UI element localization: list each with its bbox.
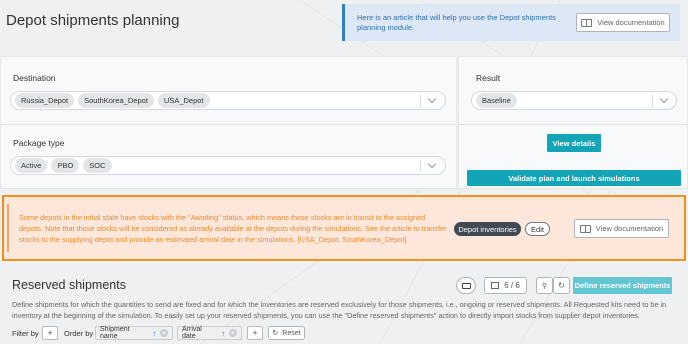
package-type-select[interactable]: Active PBO SOC: [10, 156, 446, 175]
filter-by-label: Filter by: [12, 329, 39, 338]
sort-ascending-icon[interactable]: ↑: [221, 329, 225, 338]
reset-label: Reset: [282, 329, 301, 337]
column-selector-button[interactable]: 6 / 6: [484, 277, 527, 294]
chevron-down-icon[interactable]: [427, 159, 437, 169]
result-select[interactable]: Baseline: [471, 91, 677, 110]
book-icon: [581, 18, 593, 27]
refresh-icon: ↻: [558, 281, 565, 290]
validate-plan-button[interactable]: Validate plan and launch simulations: [467, 170, 681, 186]
divider: [1, 124, 456, 125]
reset-icon: ↻: [272, 330, 279, 337]
view-documentation-button[interactable]: View documentation: [576, 13, 670, 32]
select-separator: [652, 95, 653, 107]
columns-icon: [491, 282, 500, 289]
view-documentation-button[interactable]: View documentation: [574, 219, 669, 238]
plus-icon: +: [47, 328, 53, 338]
result-label: Result: [476, 73, 501, 83]
package-type-chip[interactable]: SOC: [83, 158, 112, 173]
chevron-down-icon[interactable]: [427, 94, 437, 104]
select-separator: [420, 160, 421, 172]
destination-label: Destination: [13, 73, 56, 83]
destination-select[interactable]: Russia_Depot SouthKorea_Depot USA_Depot: [10, 91, 446, 110]
depot-inventories-button[interactable]: Depot inventories: [454, 222, 521, 236]
destination-chip[interactable]: SouthKorea_Depot: [78, 93, 154, 108]
result-card: Result Baseline View details Validate pl…: [458, 56, 688, 189]
sort-ascending-icon[interactable]: ↑: [152, 329, 156, 338]
warning-panel: Some depots in the initial state have st…: [2, 195, 686, 261]
warning-text: Some depots in the initial state have st…: [19, 213, 447, 245]
sort-chip-shipment-name[interactable]: Shipment name ↑ ✕: [95, 326, 173, 340]
keyboard-icon: [461, 282, 471, 289]
info-banner: Here is an article that will help you us…: [342, 4, 680, 41]
pin-button[interactable]: ⚲: [536, 277, 553, 294]
book-icon: [579, 224, 591, 233]
reserved-shipments-description: Define shipments for which the quantitie…: [12, 300, 667, 320]
remove-sort-icon[interactable]: ✕: [229, 329, 237, 337]
info-text: Here is an article that will help you us…: [357, 13, 556, 32]
refresh-button[interactable]: ↻: [553, 277, 570, 294]
view-documentation-label: View documentation: [595, 224, 664, 233]
plus-icon: +: [252, 328, 258, 338]
remove-sort-icon[interactable]: ✕: [160, 329, 168, 337]
add-sort-button[interactable]: +: [247, 326, 263, 340]
add-filter-button[interactable]: +: [42, 326, 58, 340]
define-reserved-shipments-button[interactable]: Define reserved shipments: [573, 277, 672, 294]
warning-accent-bar: [7, 204, 9, 252]
package-type-chip[interactable]: Active: [15, 158, 48, 173]
pin-icon: ⚲: [541, 282, 548, 290]
edit-button[interactable]: Edit: [525, 222, 550, 236]
sort-field-label: Shipment name: [100, 326, 130, 340]
package-type-label: Package type: [13, 138, 65, 148]
select-separator: [420, 95, 421, 107]
view-documentation-label: View documentation: [597, 18, 665, 27]
keyboard-button[interactable]: [456, 277, 476, 294]
package-type-chip[interactable]: PBO: [51, 158, 80, 173]
reset-button[interactable]: ↻ Reset: [268, 326, 305, 340]
destination-chip[interactable]: Russia_Depot: [15, 93, 75, 108]
sort-chip-arrival-date[interactable]: Arrival date ↑ ✕: [177, 326, 242, 340]
destination-chip[interactable]: USA_Depot: [157, 93, 210, 108]
reserved-shipments-title: Reserved shipments: [12, 278, 126, 292]
result-chip[interactable]: Baseline: [476, 93, 517, 108]
filters-card: Destination Russia_Depot SouthKorea_Depo…: [0, 56, 457, 189]
chevron-down-icon[interactable]: [659, 94, 669, 104]
divider: [459, 124, 687, 125]
sort-field-label: Arrival date: [182, 326, 202, 340]
order-by-label: Order by: [64, 329, 94, 338]
column-count: 6 / 6: [504, 281, 520, 290]
view-details-button[interactable]: View details: [547, 134, 601, 152]
page-title: Depot shipments planning: [6, 12, 180, 29]
